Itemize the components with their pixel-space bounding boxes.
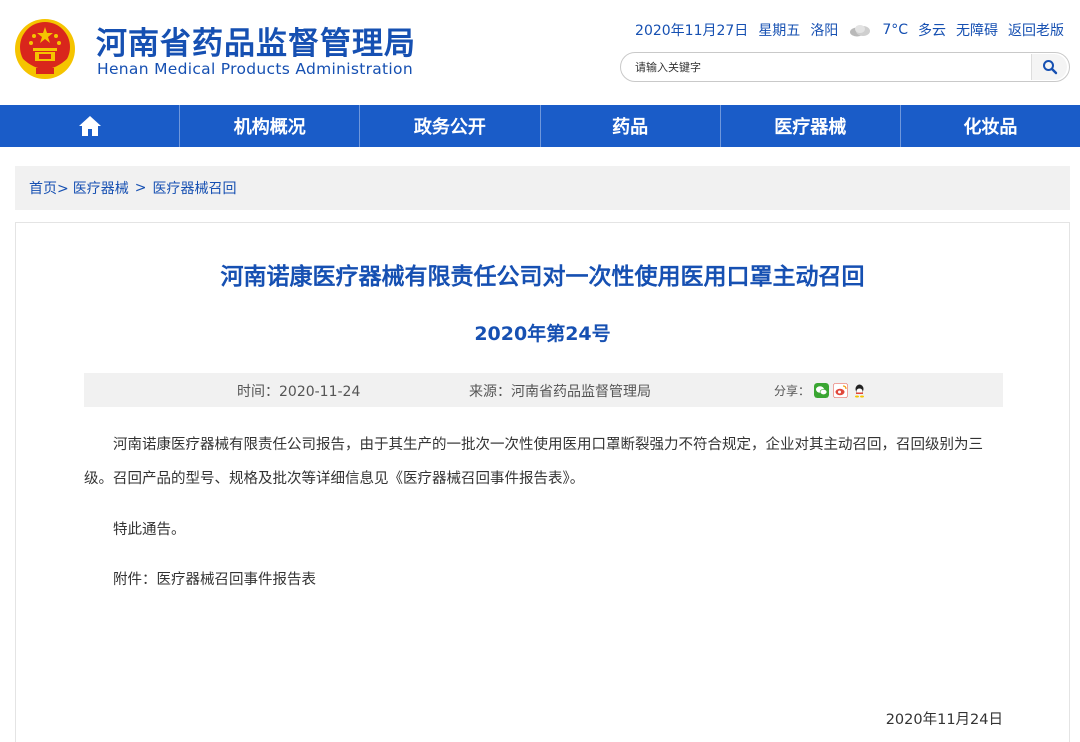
qq-icon[interactable] xyxy=(852,383,867,398)
home-icon xyxy=(78,116,101,136)
nav-medical-devices[interactable]: 医疗器械 xyxy=(721,105,901,147)
temperature: 7°C xyxy=(882,22,908,38)
weather-city: 洛阳 xyxy=(810,23,839,39)
signature-date: 2020年11月24日 xyxy=(885,712,1003,728)
nav-cosmetics[interactable]: 化妆品 xyxy=(901,105,1080,147)
cloud-icon xyxy=(850,25,871,37)
wechat-icon[interactable] xyxy=(814,383,830,398)
article-source: 来源：河南省药品监督管理局 xyxy=(469,384,651,400)
breadcrumb-medical-devices[interactable]: 医疗器械 xyxy=(73,178,129,198)
accessibility-link[interactable]: 无障碍 xyxy=(956,20,998,40)
article-container: 河南诺康医疗器械有限责任公司对一次性使用医用口罩主动召回 2020年第24号 时… xyxy=(15,222,1070,742)
top-info-bar: 2020年11月27日 星期五 洛阳 7°C 多云 无障碍 返回老版 xyxy=(635,20,1064,40)
weibo-icon[interactable] xyxy=(833,383,849,398)
site-title[interactable]: 河南省药品监督管理局 xyxy=(96,18,416,63)
national-emblem-icon[interactable] xyxy=(14,18,76,80)
weather-text: 多云 xyxy=(918,23,946,39)
article-number: 2020年第24号 xyxy=(474,323,611,345)
old-version-link[interactable]: 返回老版 xyxy=(1008,20,1064,40)
share-bar: 分享： xyxy=(774,382,867,399)
breadcrumb-device-recall[interactable]: 医疗器械召回 xyxy=(152,178,236,198)
current-date: 2020年11月27日 xyxy=(635,23,749,39)
breadcrumb: 首页> 医疗器械 > 医疗器械召回 xyxy=(15,166,1070,210)
nav-organization[interactable]: 机构概况 xyxy=(180,105,361,147)
breadcrumb-separator: > xyxy=(134,180,147,196)
article-meta-bar: 时间：2020-11-24 来源：河南省药品监督管理局 分享： xyxy=(84,373,1003,407)
search-icon xyxy=(1042,60,1057,75)
nav-government-affairs[interactable]: 政务公开 xyxy=(360,105,541,147)
article-paragraph: 特此通告。 xyxy=(113,522,186,538)
nav-home[interactable] xyxy=(0,105,181,147)
search-input[interactable] xyxy=(635,57,1025,77)
article-paragraph: 河南诺康医疗器械有限责任公司报告，由于其生产的一批次一次性使用医用口罩断裂强力不… xyxy=(84,437,983,487)
breadcrumb-home[interactable]: 首页> xyxy=(29,178,69,198)
nav-drugs[interactable]: 药品 xyxy=(541,105,721,147)
site-header: 河南省药品监督管理局 Henan Medical Products Admini… xyxy=(0,0,1080,105)
search-box xyxy=(620,52,1070,82)
current-weekday: 星期五 xyxy=(758,23,801,39)
publish-time: 时间：2020-11-24 xyxy=(237,384,361,400)
main-nav: 机构概况 政务公开 药品 医疗器械 化妆品 xyxy=(0,105,1080,147)
article-title: 河南诺康医疗器械有限责任公司对一次性使用医用口罩主动召回 xyxy=(220,264,865,290)
site-title-english: Henan Medical Products Administration xyxy=(97,60,413,78)
share-label: 分享： xyxy=(774,384,811,398)
search-button[interactable] xyxy=(1031,54,1067,80)
attachment-line[interactable]: 附件：医疗器械召回事件报告表 xyxy=(84,563,1004,597)
